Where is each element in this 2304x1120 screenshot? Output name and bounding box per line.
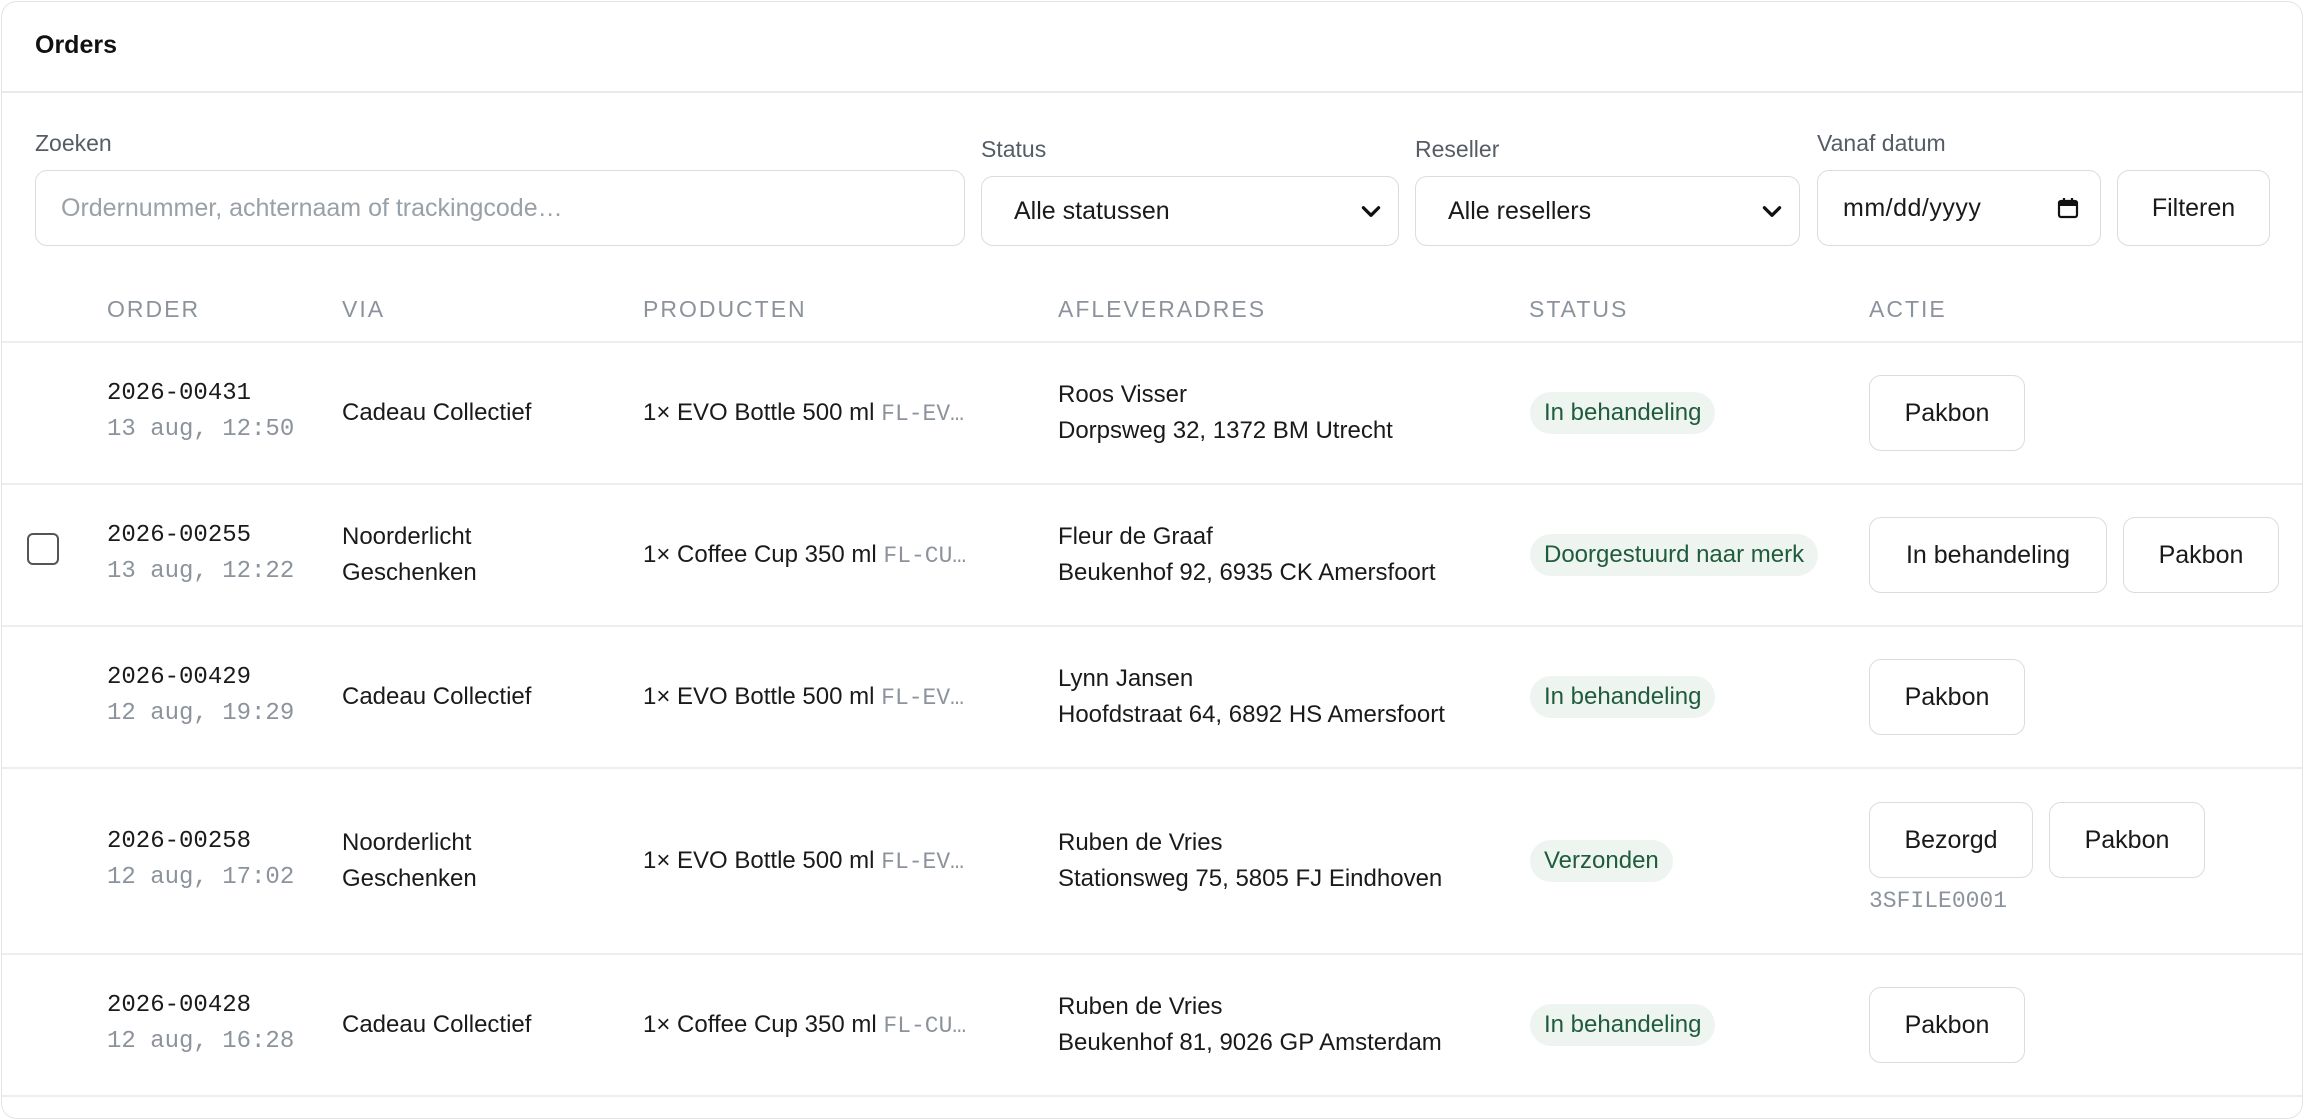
recipient-address: Dorpsweg 32, 1372 BM Utrecht [1058,417,1393,444]
table-header-divider [2,341,2302,343]
status-badge: In behandeling [1530,1004,1716,1046]
status-badge: Verzonden [1530,840,1673,882]
pakbon-button[interactable]: Pakbon [2049,802,2205,878]
via-reseller-line2: Geschenken [342,865,477,892]
product-cell: 1× Coffee Cup 350 ml FL-CU… [643,541,967,569]
via-reseller: Noorderlicht [342,829,472,856]
reseller-label: Reseller [1415,136,1500,162]
order-number[interactable]: 2026-00258 [107,824,251,860]
tracking-code: 3SFILE0001 [1869,888,2008,914]
order-number[interactable]: 2026-00428 [107,988,251,1024]
column-header-products: Producten [643,296,807,322]
product-sku: FL-CU… [883,543,967,569]
orders-panel: Orders Zoeken Ordernummer, achternaam of… [1,1,2303,1119]
via-reseller: Cadeau Collectief [342,399,532,426]
via-reseller: Cadeau Collectief [342,683,532,710]
row-divider [2,1095,2302,1097]
product-cell: 1× EVO Bottle 500 ml FL-EV… [643,399,964,427]
search-label: Zoeken [35,130,112,156]
status-badge: In behandeling [1530,676,1716,718]
recipient-name: Roos Visser [1058,381,1187,408]
order-number[interactable]: 2026-00431 [107,376,251,412]
via-reseller-line2: Geschenken [342,559,477,586]
column-header-address: Afleveradres [1058,296,1267,322]
order-date: 13 aug, 12:50 [107,416,295,443]
status-label: Status [981,136,1047,162]
recipient-name: Ruben de Vries [1058,993,1223,1020]
date-input-value: mm/dd/yyyy [1843,193,1982,222]
order-date: 12 aug, 19:29 [107,700,295,727]
status-badge: In behandeling [1530,392,1716,434]
date-label: Vanaf datum [1817,130,1946,156]
recipient-name: Lynn Jansen [1058,665,1194,692]
product-cell: 1× EVO Bottle 500 ml FL-EV… [643,683,964,711]
row-divider [2,953,2302,955]
column-header-via: Via [342,296,386,322]
order-number[interactable]: 2026-00429 [107,660,251,696]
filter-button[interactable]: Filteren [2117,170,2270,246]
header-divider [2,91,2302,93]
order-date: 13 aug, 12:22 [107,558,295,585]
recipient-name: Ruben de Vries [1058,829,1223,856]
page-title: Orders [35,31,117,59]
product-sku: FL-EV… [881,685,964,711]
product-sku: FL-CU… [883,1013,967,1039]
pakbon-button[interactable]: Pakbon [1869,375,2025,451]
column-header-status: Status [1529,296,1629,322]
recipient-name: Fleur de Graaf [1058,523,1213,550]
pakbon-button[interactable]: Pakbon [1869,659,2025,735]
calendar-icon[interactable] [2056,196,2080,220]
bezorgd-button[interactable]: Bezorgd [1869,802,2033,878]
status-badge: Doorgestuurd naar merk [1530,534,1819,576]
product-sku: FL-EV… [881,401,964,427]
chevron-down-icon [1361,206,1381,217]
row-divider [2,767,2302,769]
recipient-address: Stationsweg 75, 5805 FJ Eindhoven [1058,865,1443,892]
in-behandeling-button[interactable]: In behandeling [1869,517,2107,593]
reseller-select[interactable]: Alle resellers [1415,176,1800,246]
row-divider [2,483,2302,485]
recipient-address: Hoofdstraat 64, 6892 HS Amersfoort [1058,701,1445,728]
via-reseller: Cadeau Collectief [342,1011,532,1038]
status-select[interactable]: Alle statussen [981,176,1399,246]
product-cell: 1× EVO Bottle 500 ml FL-EV… [643,847,964,875]
pakbon-button[interactable]: Pakbon [1869,987,2025,1063]
recipient-address: Beukenhof 81, 9026 GP Amsterdam [1058,1029,1442,1056]
column-header-action: Actie [1869,296,1947,322]
product-sku: FL-EV… [881,849,964,875]
date-input[interactable]: mm/dd/yyyy [1817,170,2101,246]
via-reseller: Noorderlicht [342,523,472,550]
chevron-down-icon [1762,206,1782,217]
order-date: 12 aug, 16:28 [107,1028,295,1055]
row-checkbox[interactable] [27,533,59,565]
status-select-value: Alle statussen [1014,196,1170,225]
row-divider [2,625,2302,627]
pakbon-button[interactable]: Pakbon [2123,517,2279,593]
order-date: 12 aug, 17:02 [107,864,295,891]
reseller-select-value: Alle resellers [1448,196,1592,225]
search-input[interactable]: Ordernummer, achternaam of trackingcode… [35,170,965,246]
column-header-order: Order [107,296,201,322]
product-cell: 1× Coffee Cup 350 ml FL-CU… [643,1011,967,1039]
order-number[interactable]: 2026-00255 [107,518,251,554]
recipient-address: Beukenhof 92, 6935 CK Amersfoort [1058,559,1436,586]
search-placeholder: Ordernummer, achternaam of trackingcode… [61,193,563,222]
